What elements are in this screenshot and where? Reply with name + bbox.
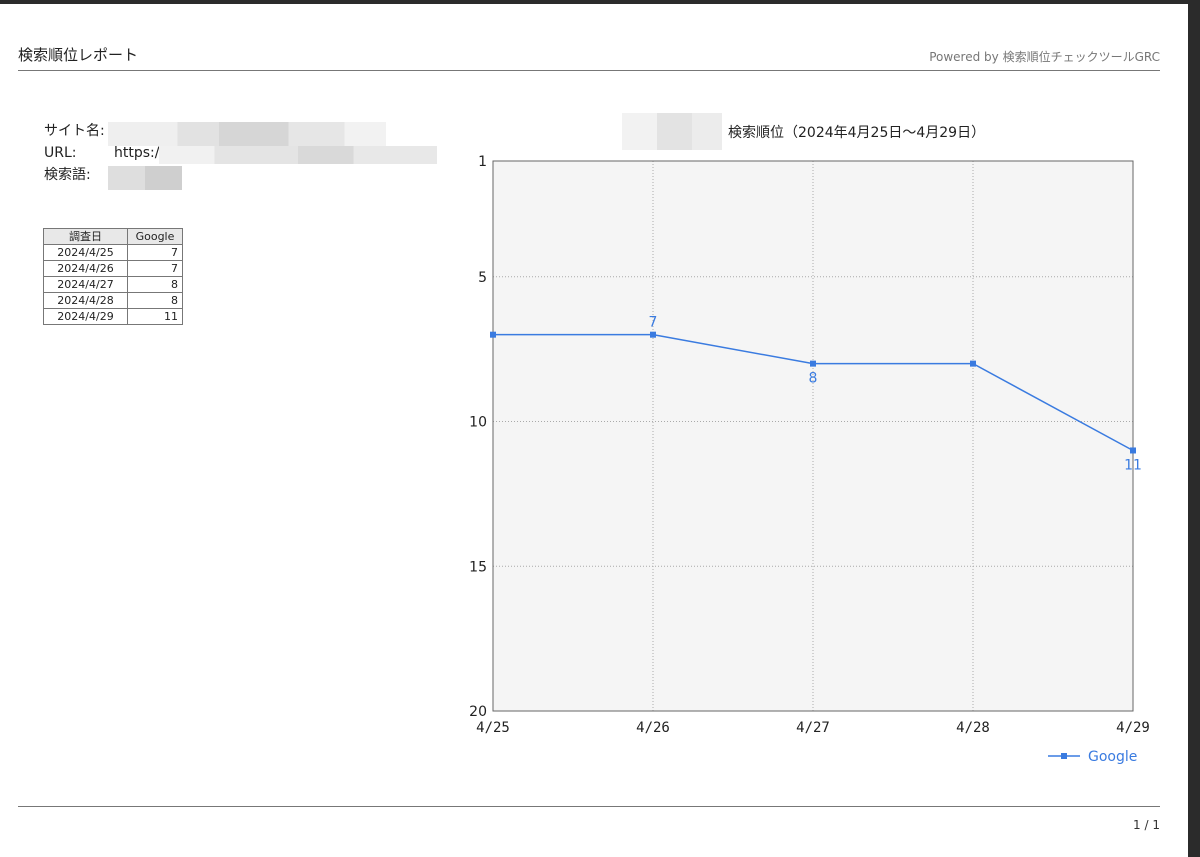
data-point <box>490 331 496 338</box>
x-tick-label: 4/29 <box>1116 720 1150 736</box>
plot-area <box>493 161 1133 711</box>
y-tick-label: 10 <box>469 415 487 431</box>
x-tick-label: 4/28 <box>956 720 990 736</box>
y-tick-label: 5 <box>478 270 487 286</box>
data-label: 8 <box>809 371 818 387</box>
rank-chart: 151015204/25 4/26 4/27 4/28 4/297811Google <box>469 154 1150 765</box>
data-point <box>970 360 976 367</box>
footer-divider <box>18 806 1160 807</box>
legend-label: Google <box>1088 749 1137 765</box>
x-tick-label: 4/26 <box>636 720 670 736</box>
data-label: 11 <box>1124 457 1142 473</box>
data-point <box>650 331 656 338</box>
y-tick-label: 15 <box>469 559 487 575</box>
data-point <box>1130 447 1136 454</box>
data-point <box>810 360 816 367</box>
x-tick-label: 4/25 <box>476 720 510 736</box>
x-tick-label: 4/27 <box>796 720 830 736</box>
page-number: 1 / 1 <box>1133 818 1160 832</box>
data-label: 7 <box>649 315 658 331</box>
y-tick-label: 1 <box>478 154 487 170</box>
legend-marker <box>1061 753 1067 759</box>
y-tick-label: 20 <box>469 704 487 720</box>
